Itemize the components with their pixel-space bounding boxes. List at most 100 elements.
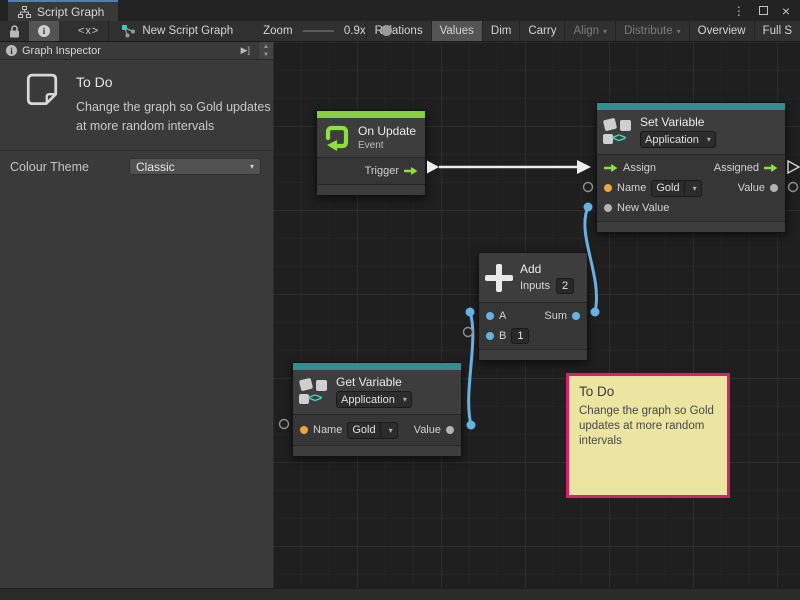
chevron-down-icon: ▾ [677,27,681,36]
port-row-b: B 1 [479,326,587,346]
wire-endpoint[interactable] [591,308,600,317]
node-add[interactable]: Add Inputs 2 A Sum [478,252,588,361]
inspector-toggle-button[interactable]: i [29,21,59,41]
colour-theme-row: Colour Theme Classic ▾ [0,151,273,175]
port-value-label: Value [738,182,765,194]
sticky-note-title: To Do [579,384,717,399]
graph-canvas[interactable]: To Do Change the graph so Gold updates a… [273,42,800,588]
external-port-add-b[interactable] [464,328,473,337]
value-port[interactable] [446,426,454,434]
port-assigned-label: Assigned [714,162,759,174]
colour-theme-select[interactable]: Classic ▾ [129,158,261,175]
zoom-slider[interactable] [303,30,334,32]
lock-icon [9,25,20,38]
a-port[interactable] [486,312,494,320]
dim-button[interactable]: Dim [482,21,519,41]
window-controls: ⋮ × [733,0,800,21]
close-icon[interactable]: × [782,4,790,18]
variable-name-dropdown[interactable]: Gold ▾ [651,180,701,197]
new-value-port[interactable] [604,204,612,212]
name-port[interactable] [300,426,308,434]
chevron-down-icon: ▾ [403,395,407,404]
flow-arrow-icon[interactable] [604,163,618,173]
port-b-label: B [499,330,506,342]
port-trigger[interactable]: Trigger [317,161,425,181]
wire-endpoint[interactable] [584,203,593,212]
b-value-field[interactable]: 1 [511,328,529,344]
node-footer [479,349,587,360]
port-assign-label: Assign [623,162,656,174]
add-plus-icon [485,264,513,292]
wire-endpoint[interactable] [466,308,475,317]
unity-visual-scripting-window: Script Graph ⋮ × i <x> [0,0,800,600]
variable-icon: <> [299,378,329,406]
node-get-variable[interactable]: <> Get Variable Application ▾ Name [292,362,462,457]
graph-inspector-panel: i Graph Inspector ▶] ▲ ▼ To Do Change th… [0,42,273,588]
inputs-count-field[interactable]: 2 [556,278,574,294]
node-title: Set Variable [640,115,716,129]
graph-toolbar: i <x> New Script Graph Zoom 0.9x Relatio… [0,21,800,42]
zoom-slider-thumb[interactable] [381,25,392,36]
scroll-up-icon[interactable]: ▲ [263,43,269,51]
wire-start-arrow-icon[interactable] [427,161,439,174]
node-title: Get Variable [336,375,412,389]
graph-inspector-header: i Graph Inspector ▶] ▲ ▼ [0,42,273,60]
overview-button[interactable]: Overview [689,21,754,41]
port-value-label: Value [414,424,441,436]
status-bar [0,588,800,600]
inspector-note-summary: To Do Change the graph so Gold updates a… [0,60,273,144]
external-port-set-value[interactable] [789,183,798,192]
scroll-down-icon[interactable]: ▼ [263,51,269,59]
chevron-down-icon: ▾ [693,184,697,193]
node-title: Add [520,262,574,276]
wire-endpoint[interactable] [467,421,476,430]
sticky-note-icon [24,72,60,110]
variable-scope-dropdown[interactable]: Application ▾ [336,391,412,408]
name-port[interactable] [604,184,612,192]
variable-scope-dropdown[interactable]: Application ▾ [640,131,716,148]
value-port[interactable] [770,184,778,192]
colour-theme-value: Classic [136,160,175,174]
dock-panel-icon[interactable]: ▶] [241,45,254,56]
b-port[interactable] [486,332,494,340]
node-set-variable[interactable]: <> Set Variable Application ▾ [596,102,786,233]
chevron-down-icon: ▾ [603,27,607,36]
wire-end-arrow-icon [577,160,591,174]
port-row-new-value: New Value [597,198,785,218]
zoom-label: Zoom [263,25,292,37]
code-view-button[interactable]: <x> [69,21,108,41]
external-port-assigned[interactable] [788,161,799,173]
sum-port[interactable] [572,312,580,320]
menu-icon[interactable]: ⋮ [733,5,745,17]
tab-script-graph[interactable]: Script Graph [8,0,118,21]
node-subtitle: Event [358,140,416,151]
new-script-graph-label: New Script Graph [142,25,233,37]
align-button[interactable]: Align▾ [564,21,615,41]
node-footer [293,445,461,456]
variable-name-dropdown[interactable]: Gold ▾ [347,422,397,439]
port-sum-label: Sum [544,310,567,322]
new-script-graph-button[interactable]: New Script Graph [113,21,241,41]
external-port-get-name[interactable] [280,420,289,429]
sticky-note-text: Change the graph so Gold updates at more… [579,404,727,449]
on-update-loop-icon [323,123,351,151]
maximize-icon[interactable] [759,6,768,15]
graph-icon [18,6,31,18]
flow-arrow-icon[interactable] [764,163,778,173]
graph-sticky-note[interactable]: To Do Change the graph so Gold updates a… [566,373,730,498]
distribute-button[interactable]: Distribute▾ [615,21,689,41]
port-name-label: Name [617,182,646,194]
values-button[interactable]: Values [431,21,482,41]
lock-button[interactable] [0,21,29,41]
panel-scrollbar[interactable]: ▲ ▼ [259,42,273,59]
node-on-update[interactable]: On Update Event Trigger [316,110,426,196]
external-port-set-name[interactable] [584,183,593,192]
relations-button[interactable]: Relations [366,21,431,41]
port-row-name: Name Gold ▾ Value [597,178,785,198]
full-screen-button[interactable]: Full S [754,21,800,41]
info-icon: i [6,45,17,56]
code-icon: <x> [78,25,99,37]
carry-button[interactable]: Carry [519,21,564,41]
node-footer [317,184,425,195]
tab-bar: Script Graph ⋮ × [0,0,800,21]
